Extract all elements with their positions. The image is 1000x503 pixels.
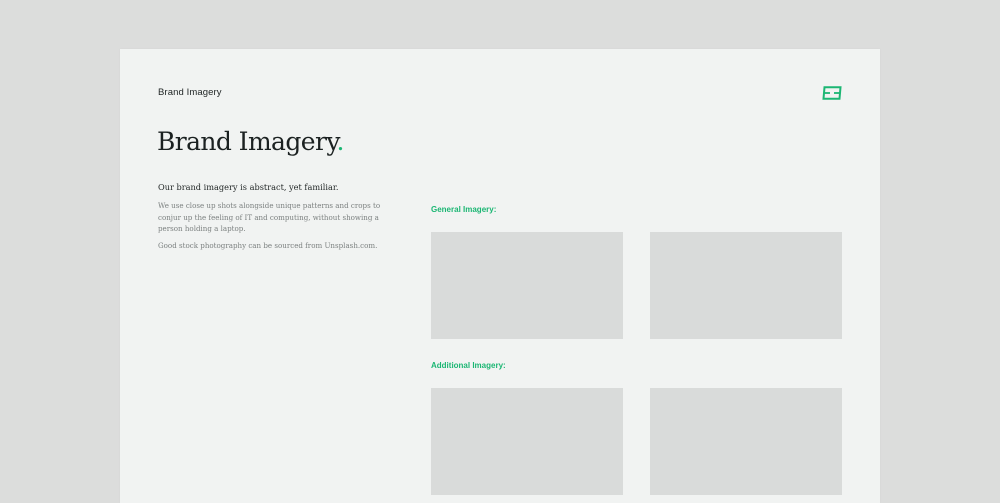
general-image-placeholder-2 [650,232,842,339]
page-title-text: Brand Imagery [157,127,337,156]
stock-source-paragraph: Good stock photography can be sourced fr… [158,241,378,250]
document-label: Brand Imagery [158,87,222,98]
page-title: Brand Imagery. [157,127,345,156]
description-paragraph: We use close up shots alongside unique p… [158,201,381,233]
additional-image-placeholder-2 [650,388,842,495]
backdrop: { "header": { "doc_label": "Brand Imager… [0,0,1000,503]
general-imagery-label: General Imagery: [431,205,497,214]
additional-imagery-label: Additional Imagery: [431,361,506,370]
brand-logo-icon [822,86,842,100]
additional-image-placeholder-1 [431,388,623,495]
general-image-placeholder-1 [431,232,623,339]
lead-sentence: Our brand imagery is abstract, yet famil… [158,182,339,192]
title-accent-dot: . [336,127,345,156]
document-page: Brand Imagery Brand Imagery. Our brand i… [120,49,880,503]
